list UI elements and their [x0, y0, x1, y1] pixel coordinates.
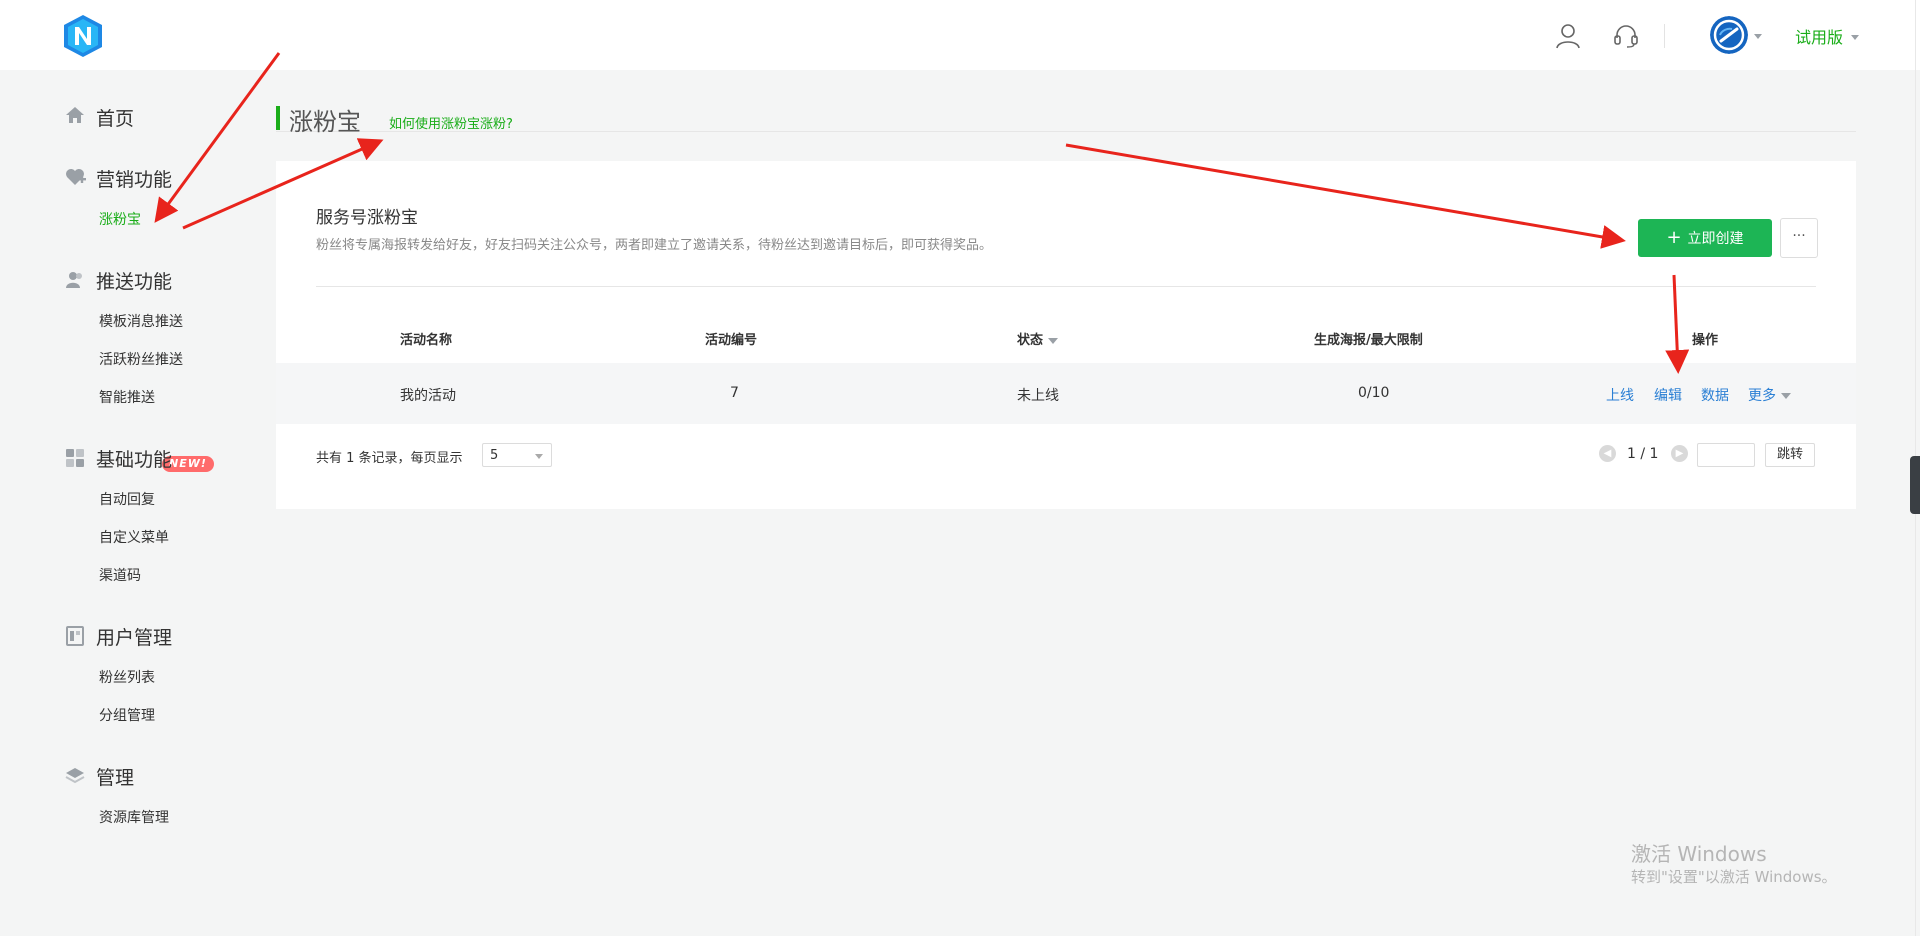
cell-activity-id: 7 [730, 385, 739, 401]
account-caret-icon[interactable] [1754, 34, 1762, 39]
chevron-down-icon [535, 454, 543, 459]
trial-caret-icon [1851, 35, 1860, 40]
home-icon [66, 107, 84, 123]
heart-plus-icon [66, 169, 86, 185]
activation-watermark-title: 激活 Windows [1631, 842, 1767, 866]
column-header-posters: 生成海报/最大限制 [1314, 333, 1423, 348]
sidebar-item-zhangfenbao[interactable]: 涨粉宝 [99, 209, 141, 229]
account-avatar-icon[interactable] [1710, 16, 1748, 54]
action-data-link[interactable]: 数据 [1701, 385, 1729, 405]
next-page-icon[interactable]: ▶ [1671, 445, 1688, 462]
sidebar-item-resource-library[interactable]: 资源库管理 [99, 807, 169, 827]
sidebar-item-channel-code[interactable]: 渠道码 [99, 565, 141, 585]
contacts-book-icon [66, 626, 84, 646]
cell-activity-name: 我的活动 [400, 388, 456, 404]
cell-status: 未上线 [1017, 388, 1059, 404]
column-header-status-label: 状态 [1017, 333, 1044, 348]
prev-page-icon[interactable]: ◀ [1599, 445, 1616, 462]
create-now-button[interactable]: + 立即创建 [1638, 219, 1772, 257]
top-bar: 试用版 [0, 0, 1920, 70]
sidebar-item-group-mgmt[interactable]: 分组管理 [99, 705, 155, 725]
trial-version-menu[interactable]: 试用版 [1795, 24, 1860, 48]
action-edit-link[interactable]: 编辑 [1654, 385, 1682, 405]
help-link[interactable]: 如何使用涨粉宝涨粉? [389, 113, 513, 132]
activation-watermark-subtitle: 转到"设置"以激活 Windows。 [1631, 868, 1837, 886]
create-button-label: 立即创建 [1687, 231, 1744, 247]
page-size-select[interactable]: 5 [482, 443, 552, 467]
grid-icon [66, 449, 84, 467]
page-title: 涨粉宝 [289, 108, 361, 136]
column-header-actions: 操作 [1692, 333, 1719, 348]
user-icon[interactable] [1554, 22, 1582, 50]
n-logo-icon[interactable] [60, 13, 106, 59]
record-summary: 共有 1 条记录，每页显示 [316, 451, 463, 466]
headset-icon[interactable] [1612, 22, 1640, 50]
sidebar-item-auto-reply[interactable]: 自动回复 [99, 489, 155, 509]
panel-divider [316, 286, 1816, 287]
status-filter-icon [1048, 337, 1059, 344]
action-more-label: 更多 [1748, 388, 1776, 404]
sidebar-section-marketing: 营销功能 [96, 169, 173, 191]
sidebar-item-template-push[interactable]: 模板消息推送 [99, 311, 183, 331]
sidebar-item-fans-list[interactable]: 粉丝列表 [99, 667, 155, 687]
action-online-link[interactable]: 上线 [1606, 385, 1634, 405]
layers-icon [65, 768, 85, 784]
side-widget-handle[interactable] [1910, 456, 1920, 514]
sidebar-item-smart-push[interactable]: 智能推送 [99, 387, 155, 407]
trial-label: 试用版 [1795, 28, 1844, 47]
cell-posters: 0/10 [1358, 385, 1390, 401]
panel-title: 服务号涨粉宝 [316, 208, 418, 228]
sidebar: 首页 营销功能 涨粉宝 推送功能 模板消息推送 活跃粉丝推送 智能推送 NEW!… [0, 70, 246, 870]
activity-panel: 服务号涨粉宝 粉丝将专属海报转发给好友，好友扫码关注公众号，两者即建立了邀请关系… [276, 161, 1856, 509]
table-row: 我的活动 7 未上线 0/10 上线 编辑 数据 更多 [276, 363, 1856, 424]
sidebar-item-home[interactable]: 首页 [96, 104, 134, 131]
column-header-id: 活动编号 [705, 333, 758, 348]
users-icon [66, 272, 82, 288]
column-header-status[interactable]: 状态 [1017, 329, 1059, 348]
page-info: 1 / 1 [1627, 446, 1659, 462]
jump-button[interactable]: 跳转 [1765, 443, 1815, 467]
plus-icon: + [1666, 227, 1682, 248]
page-header: 涨粉宝 如何使用涨粉宝涨粉? [276, 104, 1856, 136]
sidebar-item-custom-menu[interactable]: 自定义菜单 [99, 527, 169, 547]
sidebar-item-active-fans-push[interactable]: 活跃粉丝推送 [99, 349, 183, 369]
sidebar-section-management: 管理 [96, 767, 135, 789]
more-caret-icon [1781, 393, 1791, 399]
action-more-dropdown[interactable]: 更多 [1748, 385, 1791, 405]
jump-page-input[interactable] [1697, 443, 1755, 467]
header-divider [1664, 24, 1665, 48]
title-accent-bar [276, 106, 280, 130]
column-header-name: 活动名称 [400, 333, 453, 348]
sidebar-section-user-mgmt: 用户管理 [96, 627, 173, 649]
panel-description: 粉丝将专属海报转发给好友，好友扫码关注公众号，两者即建立了邀请关系，待粉丝达到邀… [316, 238, 993, 253]
sidebar-section-basic: 基础功能 [96, 449, 173, 471]
more-options-button[interactable]: ··· [1780, 218, 1818, 258]
sidebar-section-push: 推送功能 [96, 271, 173, 293]
page-size-value: 5 [490, 448, 499, 463]
